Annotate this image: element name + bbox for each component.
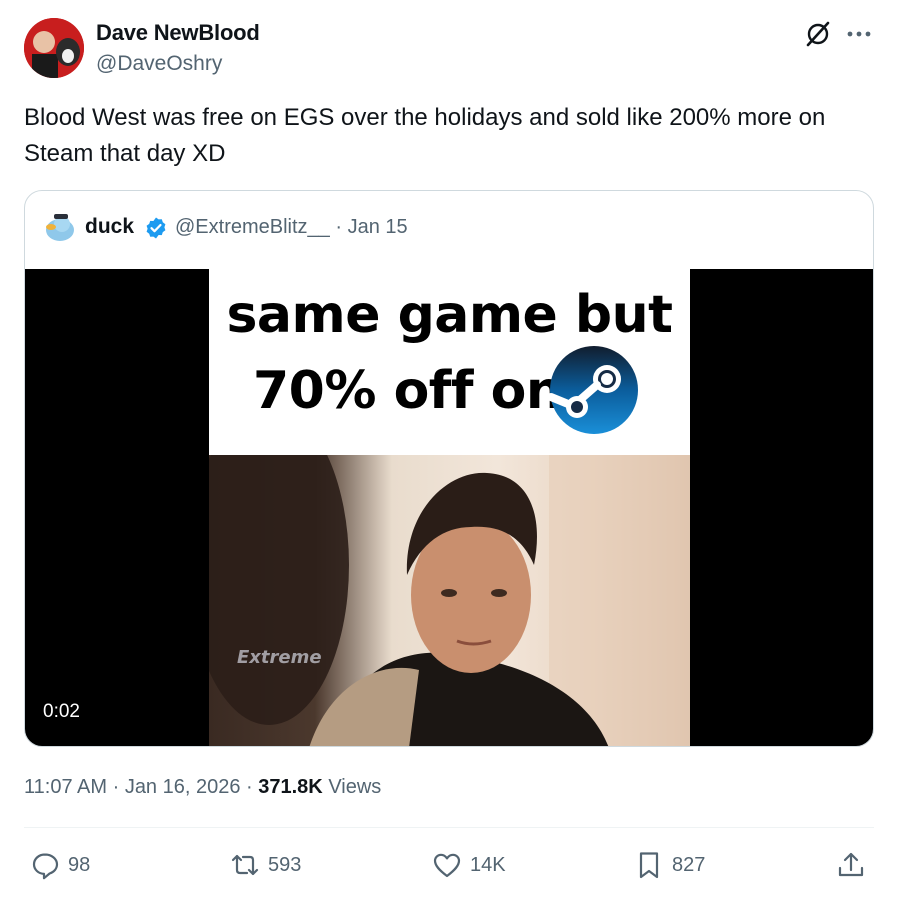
video-caption-line2: 70% off on <box>253 361 563 421</box>
bookmark-count: 827 <box>672 853 706 876</box>
author-name[interactable]: Dave NewBlood <box>96 20 260 46</box>
share-button[interactable] <box>836 848 866 882</box>
quote-video[interactable]: same game but 70% off on Extreme 0:02 <box>25 269 873 746</box>
share-icon <box>838 852 864 877</box>
reply-button[interactable]: 98 <box>30 848 90 882</box>
quote-meta: @ExtremeBlitz__ · Jan 15 <box>175 216 408 239</box>
bookmark-button[interactable]: 827 <box>634 848 705 882</box>
repost-button[interactable]: 593 <box>230 848 301 882</box>
views-separator: · <box>246 776 259 798</box>
like-icon <box>433 853 461 878</box>
repost-icon <box>231 854 259 876</box>
video-caption-line1: same game but <box>226 285 673 345</box>
quote-separator: · <box>335 216 348 238</box>
video-caption-panel: same game but 70% off on <box>209 269 690 455</box>
steam-logo-icon <box>547 345 639 435</box>
timestamp-separator: · <box>112 776 125 798</box>
views-label[interactable]: Views <box>328 776 381 798</box>
more-icon[interactable] <box>846 24 872 44</box>
verified-icon <box>144 216 168 240</box>
video-watermark: Extreme <box>237 647 322 668</box>
like-count: 14K <box>470 853 506 876</box>
bookmark-icon <box>639 852 659 879</box>
tweet-timestamp: 11:07 AM · Jan 16, 2026 · 371.8K Views <box>24 776 381 799</box>
tweet-text: Blood West was free on EGS over the holi… <box>24 104 826 167</box>
quote-date[interactable]: Jan 15 <box>348 216 408 238</box>
tweet-time[interactable]: 11:07 AM <box>24 776 107 798</box>
video-frame: Extreme <box>209 455 690 746</box>
quote-author-handle[interactable]: @ExtremeBlitz__ <box>175 216 330 238</box>
author-avatar[interactable] <box>24 18 84 78</box>
views-count[interactable]: 371.8K <box>258 776 323 798</box>
repost-count: 593 <box>268 853 302 876</box>
tweet-date[interactable]: Jan 16, 2026 <box>125 776 241 798</box>
author-handle[interactable]: @DaveOshry <box>96 52 222 76</box>
quote-author-name[interactable]: duck <box>85 215 134 239</box>
reply-count: 98 <box>68 853 91 876</box>
quote-avatar[interactable] <box>43 209 77 243</box>
like-button[interactable]: 14K <box>432 848 506 882</box>
grok-icon[interactable] <box>804 20 832 48</box>
divider <box>24 827 874 828</box>
reply-icon <box>32 853 59 880</box>
video-duration: 0:02 <box>43 701 80 722</box>
quote-tweet[interactable]: duck @ExtremeBlitz__ · Jan 15 same game … <box>24 190 874 747</box>
